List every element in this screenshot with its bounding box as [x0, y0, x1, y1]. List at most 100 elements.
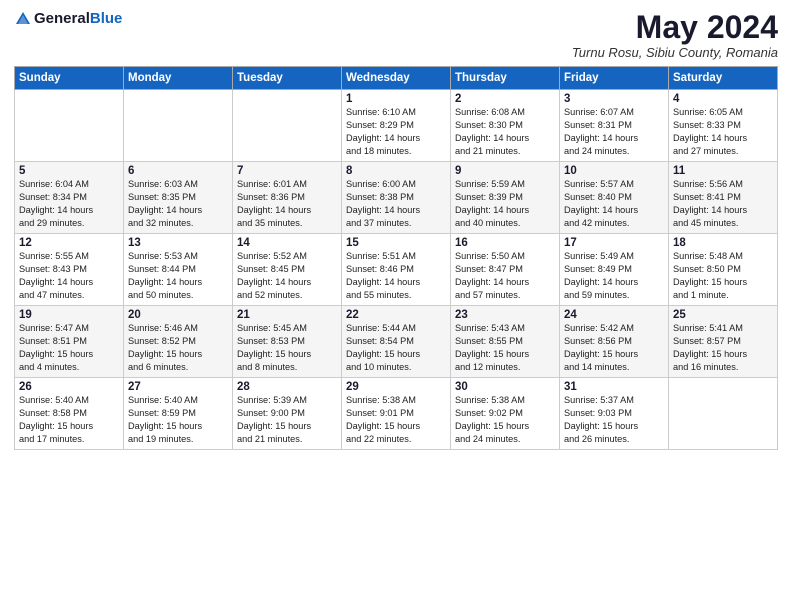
day-info: Sunrise: 5:37 AM Sunset: 9:03 PM Dayligh…	[564, 394, 664, 446]
day-info: Sunrise: 5:52 AM Sunset: 8:45 PM Dayligh…	[237, 250, 337, 302]
calendar-cell	[124, 90, 233, 162]
day-number: 28	[237, 381, 337, 393]
weekday-header-saturday: Saturday	[669, 67, 778, 90]
day-number: 27	[128, 381, 228, 393]
calendar-cell: 30Sunrise: 5:38 AM Sunset: 9:02 PM Dayli…	[451, 378, 560, 450]
weekday-header-tuesday: Tuesday	[233, 67, 342, 90]
day-number: 19	[19, 309, 119, 321]
day-number: 22	[346, 309, 446, 321]
week-row-2: 5Sunrise: 6:04 AM Sunset: 8:34 PM Daylig…	[15, 162, 778, 234]
day-number: 24	[564, 309, 664, 321]
week-row-5: 26Sunrise: 5:40 AM Sunset: 8:58 PM Dayli…	[15, 378, 778, 450]
calendar-cell: 23Sunrise: 5:43 AM Sunset: 8:55 PM Dayli…	[451, 306, 560, 378]
day-number: 14	[237, 237, 337, 249]
calendar-page: GeneralBlue May 2024 Turnu Rosu, Sibiu C…	[0, 0, 792, 612]
month-title: May 2024	[572, 10, 778, 45]
day-number: 21	[237, 309, 337, 321]
logo-blue-text: Blue	[90, 10, 123, 27]
calendar-cell: 25Sunrise: 5:41 AM Sunset: 8:57 PM Dayli…	[669, 306, 778, 378]
day-number: 16	[455, 237, 555, 249]
day-number: 2	[455, 93, 555, 105]
logo-general-text: General	[34, 10, 90, 27]
day-info: Sunrise: 5:49 AM Sunset: 8:49 PM Dayligh…	[564, 250, 664, 302]
day-number: 9	[455, 165, 555, 177]
weekday-header-row: SundayMondayTuesdayWednesdayThursdayFrid…	[15, 67, 778, 90]
weekday-header-friday: Friday	[560, 67, 669, 90]
day-info: Sunrise: 5:59 AM Sunset: 8:39 PM Dayligh…	[455, 178, 555, 230]
day-info: Sunrise: 5:42 AM Sunset: 8:56 PM Dayligh…	[564, 322, 664, 374]
day-number: 23	[455, 309, 555, 321]
calendar-cell: 22Sunrise: 5:44 AM Sunset: 8:54 PM Dayli…	[342, 306, 451, 378]
calendar-cell: 24Sunrise: 5:42 AM Sunset: 8:56 PM Dayli…	[560, 306, 669, 378]
day-info: Sunrise: 6:04 AM Sunset: 8:34 PM Dayligh…	[19, 178, 119, 230]
day-number: 30	[455, 381, 555, 393]
day-info: Sunrise: 5:50 AM Sunset: 8:47 PM Dayligh…	[455, 250, 555, 302]
week-row-1: 1Sunrise: 6:10 AM Sunset: 8:29 PM Daylig…	[15, 90, 778, 162]
weekday-header-monday: Monday	[124, 67, 233, 90]
calendar-cell: 1Sunrise: 6:10 AM Sunset: 8:29 PM Daylig…	[342, 90, 451, 162]
day-number: 8	[346, 165, 446, 177]
day-number: 31	[564, 381, 664, 393]
day-info: Sunrise: 5:46 AM Sunset: 8:52 PM Dayligh…	[128, 322, 228, 374]
day-info: Sunrise: 5:39 AM Sunset: 9:00 PM Dayligh…	[237, 394, 337, 446]
calendar-cell: 7Sunrise: 6:01 AM Sunset: 8:36 PM Daylig…	[233, 162, 342, 234]
calendar-cell: 11Sunrise: 5:56 AM Sunset: 8:41 PM Dayli…	[669, 162, 778, 234]
calendar-cell: 17Sunrise: 5:49 AM Sunset: 8:49 PM Dayli…	[560, 234, 669, 306]
calendar-cell: 15Sunrise: 5:51 AM Sunset: 8:46 PM Dayli…	[342, 234, 451, 306]
calendar-cell: 31Sunrise: 5:37 AM Sunset: 9:03 PM Dayli…	[560, 378, 669, 450]
calendar-cell: 19Sunrise: 5:47 AM Sunset: 8:51 PM Dayli…	[15, 306, 124, 378]
calendar-cell: 3Sunrise: 6:07 AM Sunset: 8:31 PM Daylig…	[560, 90, 669, 162]
calendar-cell: 29Sunrise: 5:38 AM Sunset: 9:01 PM Dayli…	[342, 378, 451, 450]
calendar-cell: 14Sunrise: 5:52 AM Sunset: 8:45 PM Dayli…	[233, 234, 342, 306]
calendar-cell: 13Sunrise: 5:53 AM Sunset: 8:44 PM Dayli…	[124, 234, 233, 306]
calendar-cell: 26Sunrise: 5:40 AM Sunset: 8:58 PM Dayli…	[15, 378, 124, 450]
day-info: Sunrise: 5:44 AM Sunset: 8:54 PM Dayligh…	[346, 322, 446, 374]
day-info: Sunrise: 6:00 AM Sunset: 8:38 PM Dayligh…	[346, 178, 446, 230]
calendar-cell	[233, 90, 342, 162]
calendar-cell	[669, 378, 778, 450]
location: Turnu Rosu, Sibiu County, Romania	[572, 45, 778, 60]
day-info: Sunrise: 5:55 AM Sunset: 8:43 PM Dayligh…	[19, 250, 119, 302]
calendar-cell: 2Sunrise: 6:08 AM Sunset: 8:30 PM Daylig…	[451, 90, 560, 162]
weekday-header-sunday: Sunday	[15, 67, 124, 90]
day-info: Sunrise: 5:38 AM Sunset: 9:02 PM Dayligh…	[455, 394, 555, 446]
calendar-cell: 12Sunrise: 5:55 AM Sunset: 8:43 PM Dayli…	[15, 234, 124, 306]
day-number: 7	[237, 165, 337, 177]
weekday-header-thursday: Thursday	[451, 67, 560, 90]
day-number: 15	[346, 237, 446, 249]
day-info: Sunrise: 5:53 AM Sunset: 8:44 PM Dayligh…	[128, 250, 228, 302]
day-info: Sunrise: 5:51 AM Sunset: 8:46 PM Dayligh…	[346, 250, 446, 302]
day-info: Sunrise: 5:56 AM Sunset: 8:41 PM Dayligh…	[673, 178, 773, 230]
calendar-cell: 28Sunrise: 5:39 AM Sunset: 9:00 PM Dayli…	[233, 378, 342, 450]
logo: GeneralBlue	[14, 10, 122, 28]
day-number: 3	[564, 93, 664, 105]
calendar-cell: 21Sunrise: 5:45 AM Sunset: 8:53 PM Dayli…	[233, 306, 342, 378]
calendar-cell: 27Sunrise: 5:40 AM Sunset: 8:59 PM Dayli…	[124, 378, 233, 450]
header-right: May 2024 Turnu Rosu, Sibiu County, Roman…	[572, 10, 778, 60]
day-number: 11	[673, 165, 773, 177]
calendar-cell: 16Sunrise: 5:50 AM Sunset: 8:47 PM Dayli…	[451, 234, 560, 306]
week-row-3: 12Sunrise: 5:55 AM Sunset: 8:43 PM Dayli…	[15, 234, 778, 306]
day-info: Sunrise: 5:40 AM Sunset: 8:59 PM Dayligh…	[128, 394, 228, 446]
day-info: Sunrise: 5:43 AM Sunset: 8:55 PM Dayligh…	[455, 322, 555, 374]
day-info: Sunrise: 6:01 AM Sunset: 8:36 PM Dayligh…	[237, 178, 337, 230]
day-info: Sunrise: 6:05 AM Sunset: 8:33 PM Dayligh…	[673, 106, 773, 158]
day-number: 17	[564, 237, 664, 249]
day-info: Sunrise: 5:38 AM Sunset: 9:01 PM Dayligh…	[346, 394, 446, 446]
day-info: Sunrise: 5:40 AM Sunset: 8:58 PM Dayligh…	[19, 394, 119, 446]
day-info: Sunrise: 5:57 AM Sunset: 8:40 PM Dayligh…	[564, 178, 664, 230]
day-number: 29	[346, 381, 446, 393]
calendar-cell: 9Sunrise: 5:59 AM Sunset: 8:39 PM Daylig…	[451, 162, 560, 234]
calendar-cell: 8Sunrise: 6:00 AM Sunset: 8:38 PM Daylig…	[342, 162, 451, 234]
logo-icon	[14, 10, 32, 28]
day-number: 18	[673, 237, 773, 249]
day-number: 1	[346, 93, 446, 105]
day-info: Sunrise: 6:03 AM Sunset: 8:35 PM Dayligh…	[128, 178, 228, 230]
day-info: Sunrise: 6:10 AM Sunset: 8:29 PM Dayligh…	[346, 106, 446, 158]
day-number: 13	[128, 237, 228, 249]
day-info: Sunrise: 5:48 AM Sunset: 8:50 PM Dayligh…	[673, 250, 773, 302]
calendar-cell: 6Sunrise: 6:03 AM Sunset: 8:35 PM Daylig…	[124, 162, 233, 234]
calendar-cell: 18Sunrise: 5:48 AM Sunset: 8:50 PM Dayli…	[669, 234, 778, 306]
calendar-table: SundayMondayTuesdayWednesdayThursdayFrid…	[14, 66, 778, 450]
day-info: Sunrise: 5:47 AM Sunset: 8:51 PM Dayligh…	[19, 322, 119, 374]
